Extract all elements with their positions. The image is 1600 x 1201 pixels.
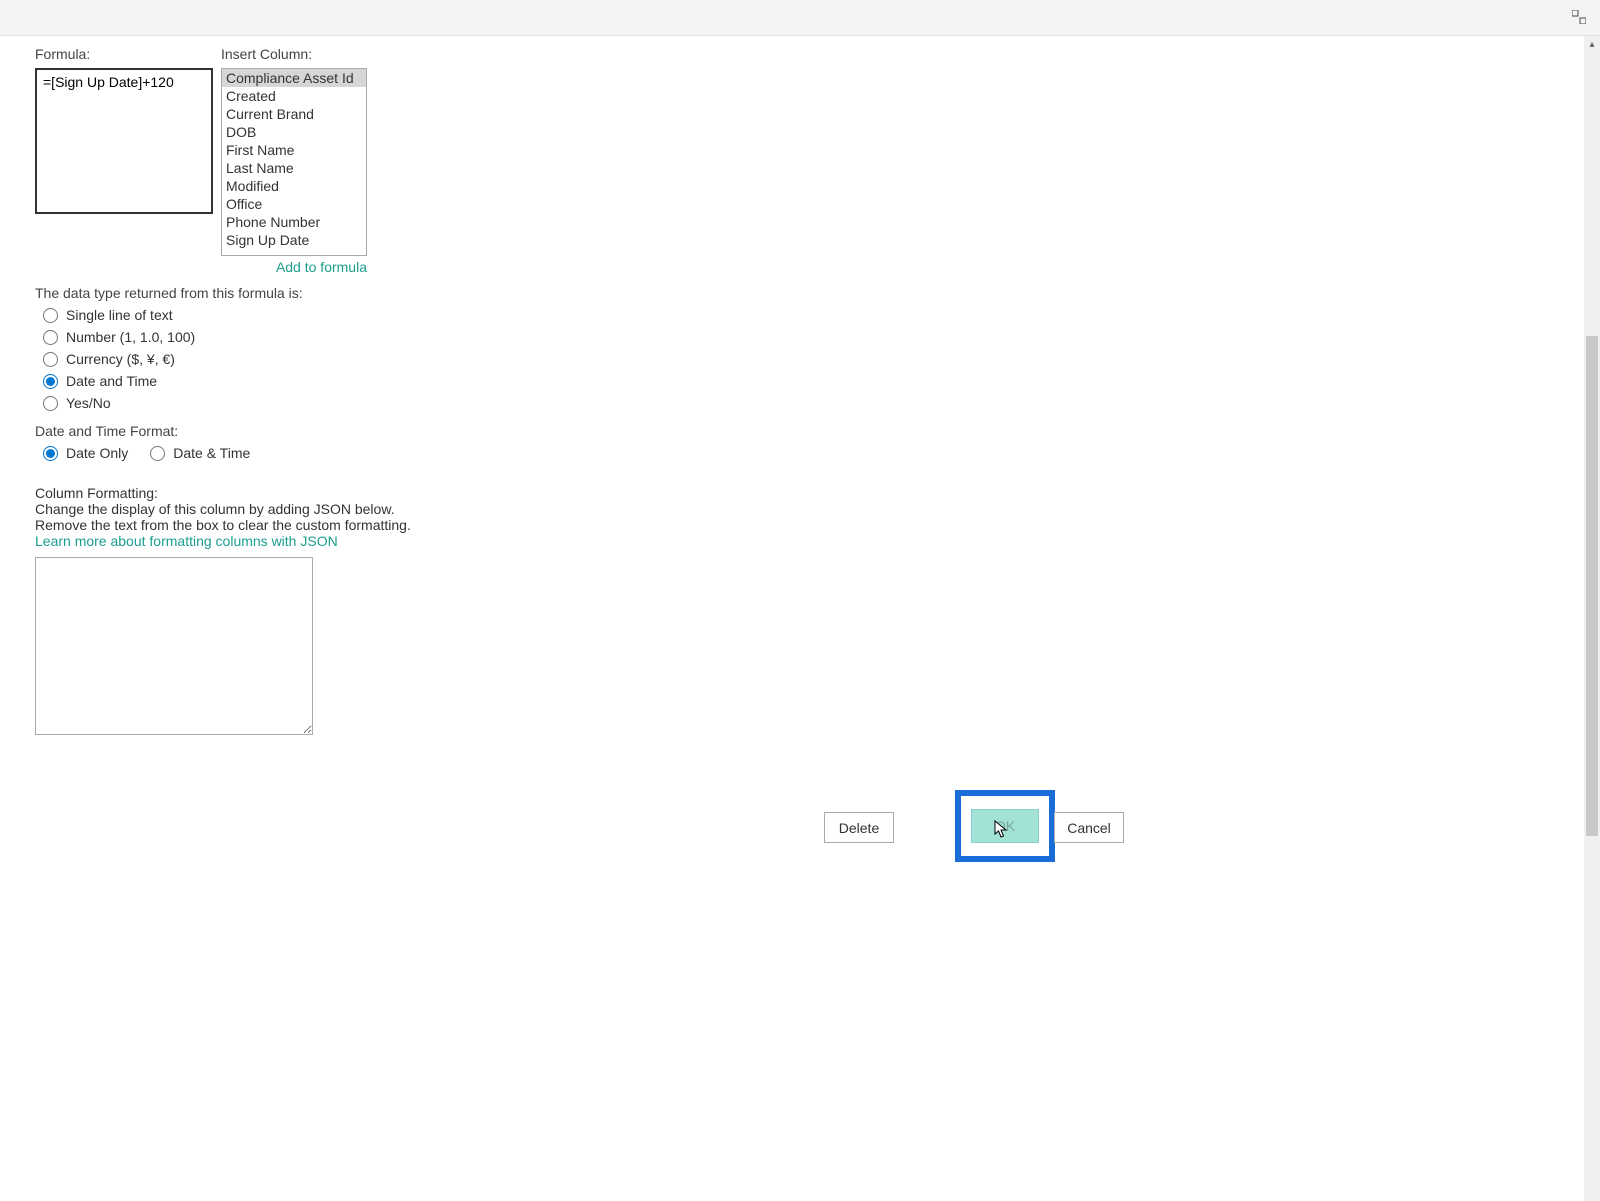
list-item[interactable]: Compliance Asset Id [222, 69, 366, 87]
cancel-button[interactable]: Cancel [1054, 812, 1124, 843]
datatype-currency-radio[interactable] [43, 352, 58, 367]
scroll-up-icon[interactable]: ▴ [1584, 36, 1600, 52]
dateformat-datetime-label[interactable]: Date & Time [173, 445, 250, 461]
list-item[interactable]: Created [222, 87, 366, 105]
ok-button-label: OK [995, 818, 1015, 834]
datatype-yesno-label[interactable]: Yes/No [66, 395, 111, 411]
dateformat-dateonly-label[interactable]: Date Only [66, 445, 128, 461]
formula-label: Formula: [35, 46, 213, 62]
json-formatting-link[interactable]: Learn more about formatting columns with… [35, 533, 1565, 549]
list-item[interactable]: First Name [222, 141, 366, 159]
formula-input[interactable] [35, 68, 213, 214]
date-format-label: Date and Time Format: [35, 423, 1565, 439]
list-item[interactable]: Current Brand [222, 105, 366, 123]
datatype-datetime-label[interactable]: Date and Time [66, 373, 157, 389]
add-to-formula-link[interactable]: Add to formula [221, 259, 367, 275]
settings-panel: Formula: Insert Column: Compliance Asset… [0, 36, 1600, 758]
datatype-datetime-radio[interactable] [43, 374, 58, 389]
list-item[interactable]: Office [222, 195, 366, 213]
list-item[interactable]: Sign Up Date [222, 231, 366, 249]
list-item[interactable]: Last Name [222, 159, 366, 177]
ok-button[interactable]: OK [971, 809, 1039, 843]
datatype-number-label[interactable]: Number (1, 1.0, 100) [66, 329, 195, 345]
column-formatting-heading: Column Formatting: [35, 485, 1565, 501]
insert-column-label: Insert Column: [221, 46, 367, 62]
dateformat-datetime-radio[interactable] [150, 446, 165, 461]
scrollbar-thumb[interactable] [1586, 336, 1598, 836]
datatype-yesno-radio[interactable] [43, 396, 58, 411]
list-item[interactable]: Phone Number [222, 213, 366, 231]
list-item[interactable]: Modified [222, 177, 366, 195]
datatype-single-label[interactable]: Single line of text [66, 307, 173, 323]
top-toolbar [0, 0, 1600, 36]
datatype-currency-label[interactable]: Currency ($, ¥, €) [66, 351, 175, 367]
dateformat-dateonly-radio[interactable] [43, 446, 58, 461]
column-formatting-line2: Remove the text from the box to clear th… [35, 517, 1565, 533]
insert-column-listbox[interactable]: Compliance Asset IdCreatedCurrent BrandD… [221, 68, 367, 256]
data-type-heading: The data type returned from this formula… [35, 285, 1565, 301]
column-formatting-line1: Change the display of this column by add… [35, 501, 1565, 517]
page-scrollbar[interactable]: ▴ [1584, 36, 1600, 1201]
json-formatting-input[interactable] [35, 557, 313, 735]
delete-button[interactable]: Delete [824, 812, 894, 843]
expand-icon[interactable] [1572, 10, 1586, 24]
datatype-single-radio[interactable] [43, 308, 58, 323]
list-item[interactable]: DOB [222, 123, 366, 141]
ok-button-highlight: OK [955, 790, 1055, 862]
datatype-number-radio[interactable] [43, 330, 58, 345]
